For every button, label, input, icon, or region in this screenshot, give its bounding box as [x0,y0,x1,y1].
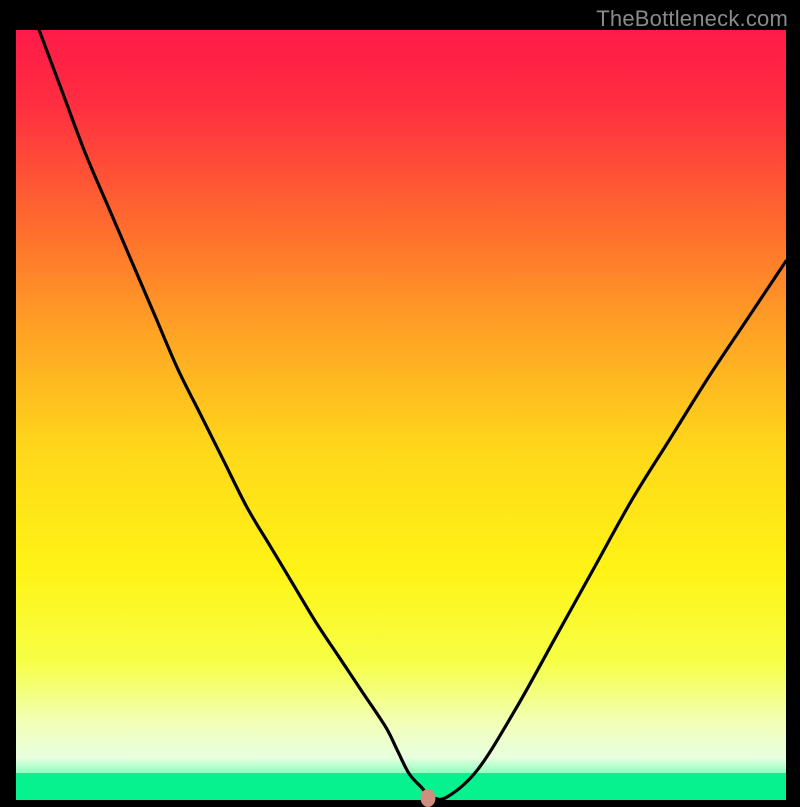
chart-frame [16,30,786,800]
green-band [16,773,786,800]
chart-background [16,30,786,800]
attribution-text: TheBottleneck.com [596,6,788,32]
bottleneck-chart [16,30,786,800]
bottleneck-marker [420,789,435,807]
